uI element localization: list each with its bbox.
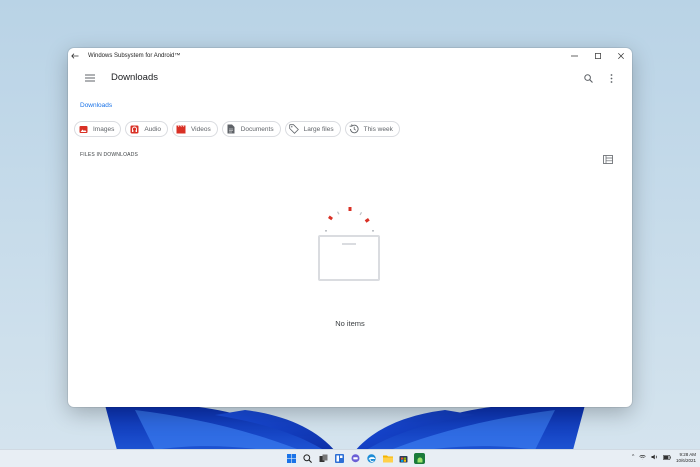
- chip-this-week[interactable]: This week: [344, 121, 400, 137]
- chip-audio[interactable]: Audio: [125, 121, 168, 137]
- widgets-icon[interactable]: [334, 453, 345, 464]
- windows-start-icon[interactable]: [286, 453, 297, 464]
- file-explorer-icon[interactable]: [382, 453, 393, 464]
- clock[interactable]: 9:28 AM 10/6/2021: [672, 452, 696, 464]
- title-bar: Windows Subsystem for Android™: [68, 48, 632, 63]
- close-icon[interactable]: [609, 48, 632, 63]
- minimize-icon[interactable]: [563, 48, 586, 63]
- audio-icon: [129, 124, 139, 134]
- store-icon[interactable]: [398, 453, 409, 464]
- page-title: Downloads: [111, 72, 158, 83]
- image-icon: [78, 124, 88, 134]
- list-view-icon[interactable]: [603, 151, 613, 164]
- window-title: Windows Subsystem for Android™: [88, 52, 181, 59]
- volume-icon[interactable]: [651, 454, 658, 460]
- document-icon: [226, 124, 236, 134]
- android-icon[interactable]: [414, 453, 425, 464]
- chip-label: Audio: [144, 125, 161, 133]
- wifi-icon[interactable]: [639, 454, 647, 460]
- maximize-icon[interactable]: [586, 48, 609, 63]
- chip-label: Videos: [190, 125, 211, 133]
- empty-state-text: No items: [335, 319, 365, 328]
- search-icon[interactable]: [302, 453, 313, 464]
- chip-documents[interactable]: Documents: [221, 121, 281, 137]
- chip-label: Large files: [303, 125, 334, 133]
- app-bar: Downloads: [68, 63, 632, 93]
- tag-icon: [288, 124, 299, 134]
- edge-icon[interactable]: [366, 453, 377, 464]
- chip-images[interactable]: Images: [74, 121, 122, 137]
- battery-icon[interactable]: [663, 454, 672, 460]
- hamburger-menu-icon[interactable]: [82, 71, 98, 85]
- taskbar: ^ 9:28 AM 10/6/2021: [0, 449, 700, 467]
- chip-videos[interactable]: Videos: [171, 121, 218, 137]
- app-window: Windows Subsystem for Android™ Downloads…: [68, 48, 632, 407]
- clock-date: 10/6/2021: [675, 458, 696, 463]
- filter-chips: Images Audio Videos Documents Large file…: [74, 121, 400, 137]
- empty-folder-illustration: [318, 207, 380, 281]
- chat-icon[interactable]: [350, 453, 361, 464]
- tray-chevron[interactable]: ^: [632, 454, 634, 460]
- task-view-icon[interactable]: [318, 453, 329, 464]
- history-icon: [349, 124, 359, 134]
- taskbar-icons: [286, 453, 425, 464]
- video-icon: [176, 124, 186, 134]
- search-icon[interactable]: [581, 71, 595, 85]
- back-arrow-icon[interactable]: [68, 48, 82, 63]
- more-vert-icon[interactable]: [605, 71, 617, 85]
- chip-label: This week: [363, 125, 393, 133]
- chip-label: Documents: [240, 125, 274, 133]
- chip-label: Images: [93, 125, 115, 133]
- system-tray: ^: [632, 454, 672, 460]
- breadcrumb[interactable]: Downloads: [80, 102, 112, 109]
- section-header: FILES IN DOWNLOADS: [80, 152, 139, 158]
- chip-large-files[interactable]: Large files: [284, 121, 341, 137]
